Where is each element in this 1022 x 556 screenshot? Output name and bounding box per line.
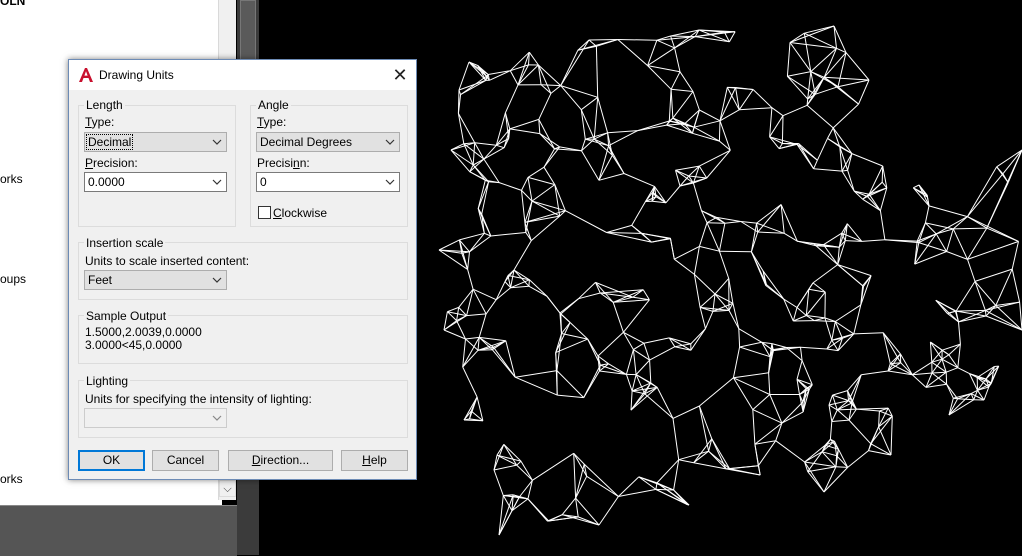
help-button[interactable]: Help bbox=[341, 450, 408, 471]
ok-button[interactable]: OK bbox=[78, 450, 145, 471]
chevron-down-icon bbox=[211, 136, 223, 148]
direction-button[interactable]: Direction... bbox=[228, 450, 333, 471]
sample-output-line2: 3.0000<45,0.0000 bbox=[85, 338, 182, 352]
angle-type-value: Decimal Degrees bbox=[260, 135, 352, 149]
palette-footer bbox=[0, 505, 237, 556]
autocad-logo-icon bbox=[78, 67, 94, 83]
chevron-down-icon bbox=[384, 176, 396, 188]
chevron-down-icon bbox=[211, 412, 223, 424]
angle-group-label: Angle bbox=[256, 98, 291, 112]
sample-output-line1: 1.5000,2.0039,0.0000 bbox=[85, 325, 202, 339]
close-icon[interactable]: ✕ bbox=[388, 64, 412, 86]
palette-item-fragment[interactable]: oups bbox=[0, 272, 26, 286]
lighting-units-select[interactable] bbox=[84, 408, 227, 428]
insertion-scale-prompt: Units to scale inserted content: bbox=[85, 254, 249, 268]
length-type-select[interactable]: Decimal bbox=[84, 132, 227, 152]
mesh-edges bbox=[439, 26, 1022, 535]
insertion-scale-label: Insertion scale bbox=[84, 236, 165, 250]
chevron-down-icon bbox=[384, 136, 396, 148]
dialog-title: Drawing Units bbox=[99, 68, 174, 82]
lighting-prompt: Units for specifying the intensity of li… bbox=[85, 392, 312, 406]
insertion-units-select[interactable]: Feet bbox=[84, 270, 227, 290]
angle-precision-value: 0 bbox=[260, 175, 267, 189]
length-precision-label: Precision: bbox=[85, 156, 138, 170]
clockwise-checkbox[interactable] bbox=[258, 206, 271, 219]
drawing-units-dialog: Drawing Units ✕ Length Type: Decimal Pre… bbox=[68, 59, 417, 480]
chevron-down-icon bbox=[211, 274, 223, 286]
palette-grip[interactable] bbox=[240, 0, 256, 60]
length-precision-value: 0.0000 bbox=[88, 175, 125, 189]
scroll-down-icon[interactable]: ⌵ bbox=[219, 480, 236, 497]
angle-type-label: Type: bbox=[257, 115, 286, 129]
angle-precision-select[interactable]: 0 bbox=[256, 172, 400, 192]
palette-item-fragment[interactable]: orks bbox=[0, 172, 23, 186]
palette-item-fragment[interactable]: orks bbox=[0, 472, 23, 486]
cancel-button[interactable]: Cancel bbox=[152, 450, 219, 471]
angle-precision-label: Precisinn: bbox=[257, 156, 310, 170]
lighting-label: Lighting bbox=[84, 374, 130, 388]
length-group-label: Length bbox=[84, 98, 125, 112]
length-type-label: Type: bbox=[85, 115, 114, 129]
angle-type-select[interactable]: Decimal Degrees bbox=[256, 132, 400, 152]
clockwise-label[interactable]: Clockwise bbox=[273, 206, 327, 220]
palette-item-fragment[interactable]: OLN bbox=[0, 0, 25, 8]
chevron-down-icon bbox=[211, 176, 223, 188]
insertion-units-value: Feet bbox=[88, 273, 112, 287]
dialog-titlebar[interactable]: Drawing Units ✕ bbox=[69, 60, 416, 90]
length-precision-select[interactable]: 0.0000 bbox=[84, 172, 227, 192]
sample-output-label: Sample Output bbox=[84, 309, 168, 323]
length-type-value: Decimal bbox=[87, 135, 132, 149]
